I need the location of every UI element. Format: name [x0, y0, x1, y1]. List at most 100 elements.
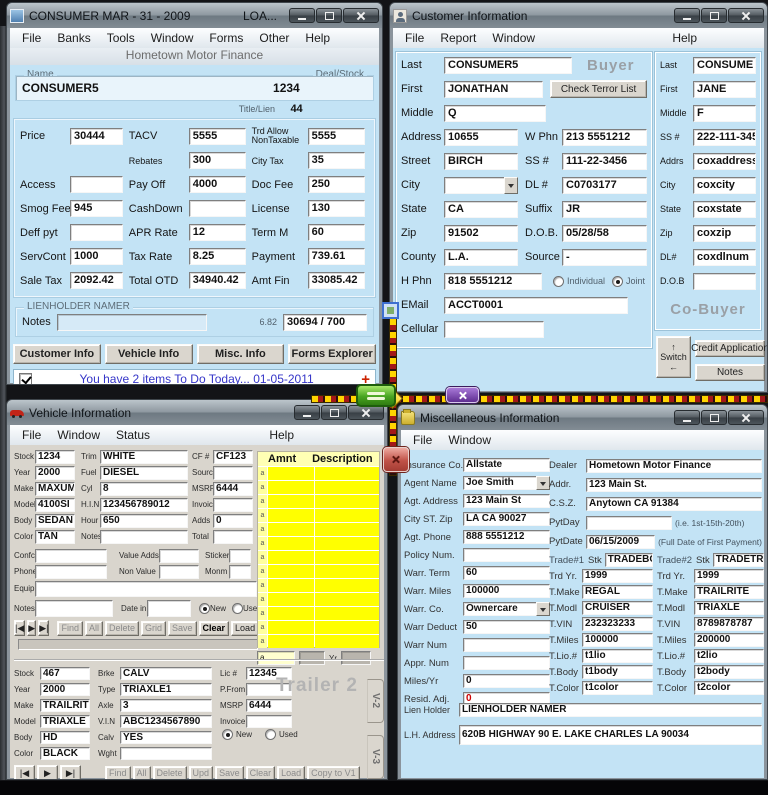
trade2-stock-field[interactable]: TRADETR [713, 553, 764, 567]
dropdown-arrow-icon[interactable] [504, 177, 518, 194]
description-cell[interactable] [315, 565, 379, 578]
amount-cell[interactable] [268, 467, 314, 480]
trailer-model-field[interactable]: TRIAXLE [40, 715, 90, 728]
dock-split-icon[interactable] [356, 384, 396, 407]
new-radio[interactable] [199, 603, 210, 614]
hour-field[interactable]: 650 [100, 514, 188, 528]
trailer-msrp-field[interactable]: 6444 [246, 699, 292, 712]
nav-first-icon[interactable]: |◀ [14, 765, 35, 780]
find-button[interactable]: Find [57, 621, 83, 636]
minimize-icon[interactable] [674, 8, 700, 23]
customer-titlebar[interactable]: Customer Information [390, 3, 767, 28]
agent-address-field[interactable]: 123 Main St [463, 494, 550, 508]
menu-window[interactable]: Window [440, 432, 499, 448]
close-icon[interactable] [348, 405, 384, 420]
buyer-middle-name-field[interactable]: Q [444, 105, 546, 122]
payoff-field[interactable]: 4000 [189, 176, 246, 193]
dropdown-arrow-icon[interactable] [536, 476, 550, 490]
description-cell[interactable] [315, 467, 379, 480]
non-value-field[interactable] [159, 565, 199, 579]
buyer-city-combo[interactable] [444, 177, 518, 194]
forms-explorer-button[interactable]: Forms Explorer [288, 344, 376, 364]
trailer-color-field[interactable]: BLACK [40, 747, 90, 760]
todo-message[interactable]: You have 2 items To Do Today... 01-05-20… [40, 372, 353, 385]
trade2-miles-field[interactable]: 200000 [694, 633, 764, 647]
lien-holder-field[interactable]: LIENHOLDER NAMER [459, 703, 762, 717]
trailer-new-radio[interactable] [222, 729, 233, 740]
license-field[interactable]: 130 [308, 200, 365, 217]
amount-financed-field[interactable]: 33085.42 [308, 272, 365, 289]
misc-titlebar[interactable]: Miscellaneous Information [398, 405, 767, 430]
maximize-icon[interactable] [321, 405, 347, 420]
service-contract-field[interactable]: 1000 [70, 248, 123, 265]
trailer-body-field[interactable]: HD [40, 731, 90, 744]
trade1-vin-field[interactable]: 232323233 [582, 617, 653, 631]
adds-field[interactable]: 0 [213, 514, 253, 528]
warranty-num-field[interactable] [463, 638, 550, 652]
dealer-csz-field[interactable]: Anytown CA 91384 [586, 497, 762, 511]
description-cell[interactable] [315, 481, 379, 494]
clear-button[interactable]: Clear [199, 621, 230, 636]
buyer-dob-field[interactable]: 05/28/58 [562, 225, 647, 242]
trade1-lien-field[interactable]: t1lio [582, 649, 653, 663]
price-field[interactable]: 30444 [70, 128, 123, 145]
warranty-deduct-field[interactable]: 50 [463, 620, 550, 634]
cobuyer-zip-field[interactable]: coxzip [693, 225, 756, 242]
menu-help[interactable]: Help [297, 30, 338, 46]
all-button[interactable]: All [85, 621, 103, 636]
deferred-payment-field[interactable] [70, 224, 123, 241]
deal-notes-field[interactable] [57, 314, 207, 331]
city-tax-field[interactable]: 35 [308, 152, 365, 169]
check-terror-list-button[interactable]: Check Terror List [550, 80, 647, 98]
trailer-axle-field[interactable]: 3 [120, 699, 212, 712]
trailer-invoice-field[interactable] [246, 715, 292, 728]
nav-next-icon[interactable]: ▶ [37, 765, 58, 780]
todo-add-icon[interactable]: + [361, 371, 370, 386]
trailer-upd-button[interactable]: Upd [189, 766, 214, 781]
total-otd-field[interactable]: 34940.42 [189, 272, 246, 289]
model-field[interactable]: 4100SI [35, 498, 75, 512]
access-field[interactable] [70, 176, 123, 193]
menu-file[interactable]: File [14, 427, 49, 443]
buyer-home-phone-field[interactable]: 818 5551212 [444, 273, 542, 290]
description-cell[interactable] [315, 495, 379, 508]
dealer-field[interactable]: Hometown Motor Finance [586, 459, 762, 473]
value-adds-field[interactable] [159, 549, 199, 563]
lh-address-field[interactable]: 620B HIGHWAY 90 E. LAKE CHARLES LA 90034 [459, 725, 762, 745]
todo-checkbox[interactable] [19, 373, 32, 386]
appraisal-num-field[interactable] [463, 656, 550, 670]
nav-first-icon[interactable]: |◀ [14, 620, 25, 636]
menu-window[interactable]: Window [143, 30, 202, 46]
body-field[interactable]: SEDAN [35, 514, 75, 528]
amount-cell[interactable] [268, 565, 314, 578]
trailer-used-radio[interactable] [265, 729, 276, 740]
trim-field[interactable]: WHITE [100, 450, 188, 464]
dealer-addr-field[interactable]: 123 Main St. [586, 478, 762, 492]
doc-fee-field[interactable]: 250 [308, 176, 365, 193]
trade2-model-field[interactable]: TRIAXLE [694, 601, 764, 615]
minimize-icon[interactable] [674, 410, 700, 425]
notes-field[interactable] [35, 600, 113, 617]
buyer-work-phone-field[interactable]: 213 5551212 [562, 129, 647, 146]
trailer-save-button[interactable]: Save [215, 766, 244, 781]
city-st-zip-field[interactable]: LA CA 90027 [463, 512, 550, 526]
sticker-field[interactable] [229, 549, 251, 563]
minimize-icon[interactable] [289, 8, 315, 23]
description-cell[interactable] [315, 621, 379, 634]
maximize-icon[interactable] [701, 410, 727, 425]
buyer-last-name-field[interactable]: CONSUMER5 [444, 57, 572, 74]
individual-radio[interactable] [553, 276, 564, 287]
apr-rate-field[interactable]: 12 [189, 224, 246, 241]
amount-cell[interactable] [268, 593, 314, 606]
cobuyer-dob-field[interactable] [693, 273, 756, 290]
trailer-make-field[interactable]: TRAILRITE [40, 699, 90, 712]
trade-allowance-field[interactable]: 5555 [308, 128, 365, 145]
monm-field[interactable] [229, 565, 251, 579]
nav-next-icon[interactable]: ▶ [27, 620, 36, 636]
credit-application-button[interactable]: Credit Application [695, 340, 765, 357]
minimize-icon[interactable] [294, 405, 320, 420]
amount-cell[interactable] [268, 523, 314, 536]
vehicle-notes-field[interactable] [100, 530, 188, 544]
close-icon[interactable] [343, 8, 379, 23]
amount-cell[interactable] [268, 635, 314, 648]
